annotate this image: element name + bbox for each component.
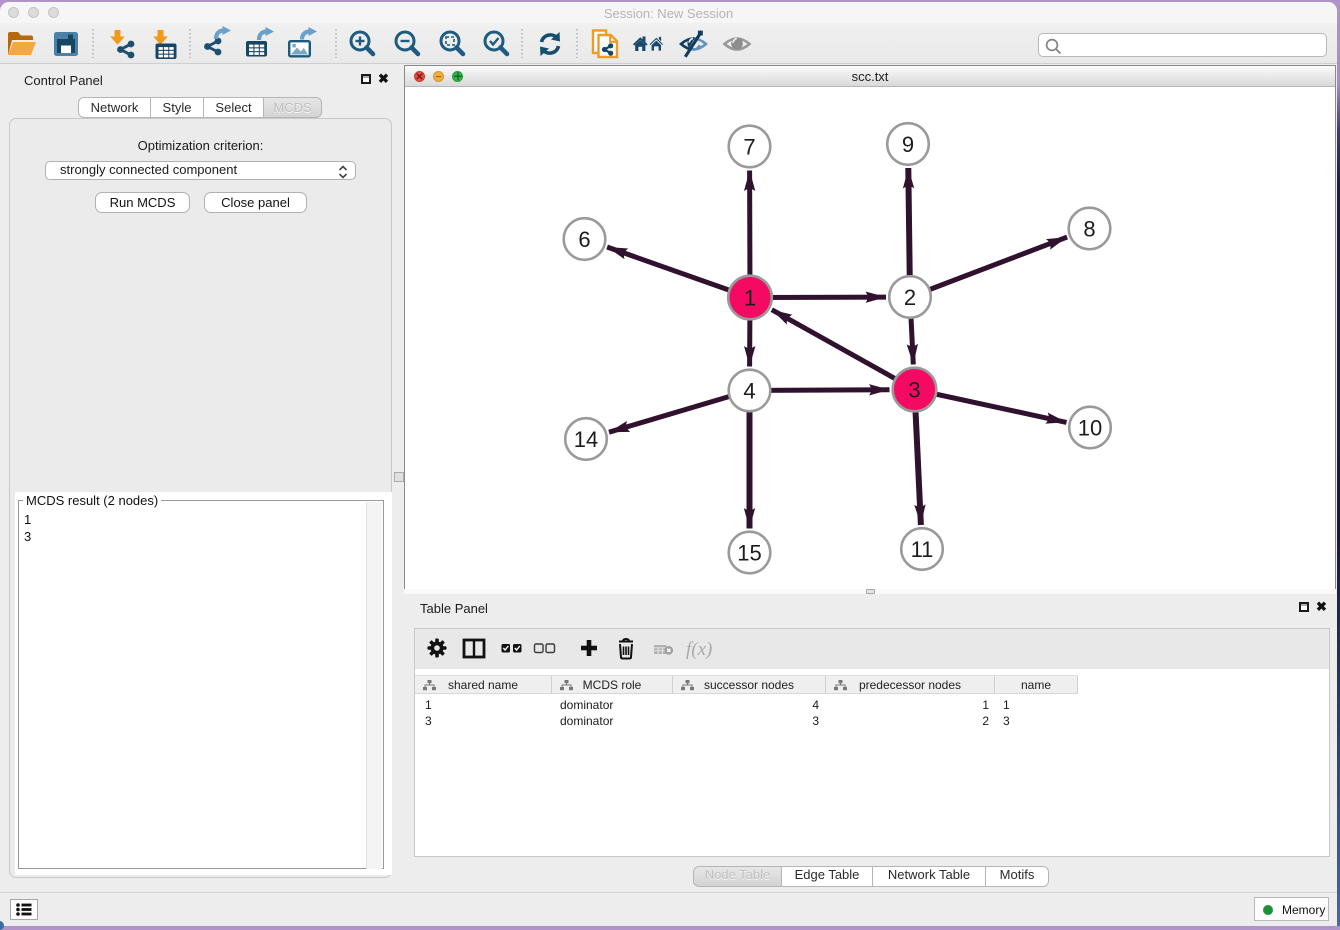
svg-text:6: 6 (578, 227, 590, 252)
svg-text:9: 9 (902, 132, 914, 157)
svg-text:3: 3 (908, 378, 920, 403)
svg-text:f(x): f(x) (686, 639, 712, 660)
svg-text:1: 1 (744, 286, 756, 311)
svg-text:8: 8 (1083, 217, 1095, 242)
svg-text:10: 10 (1078, 416, 1102, 441)
svg-text:2: 2 (904, 285, 916, 310)
svg-text:4: 4 (743, 379, 755, 404)
svg-text:7: 7 (743, 135, 755, 160)
svg-text:14: 14 (574, 427, 598, 452)
svg-text:11: 11 (911, 537, 934, 562)
svg-text:15: 15 (737, 541, 761, 566)
